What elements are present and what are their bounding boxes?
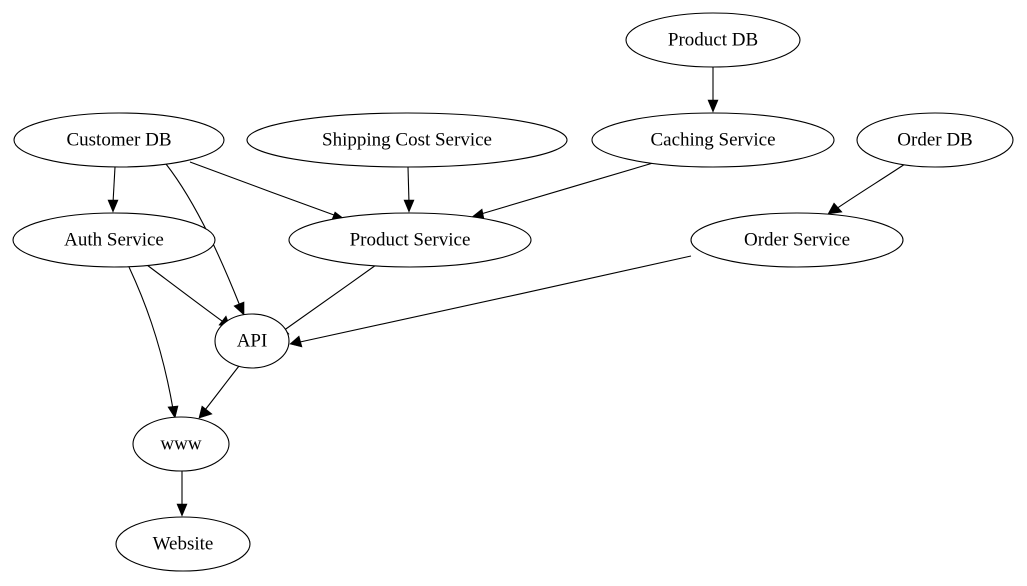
graph-node-customer_db[interactable]: Customer DB: [13, 112, 225, 168]
graph-edge-api-www[interactable]: [198, 365, 240, 419]
graph-edge-customer_db-auth_service[interactable]: [107, 166, 119, 213]
node-ellipse-shape[interactable]: [625, 12, 801, 68]
node-ellipse-shape[interactable]: [856, 112, 1014, 168]
graph-edge-shipping_cost_service-product_service[interactable]: [403, 166, 415, 213]
graph-edge-order_service-api[interactable]: [289, 255, 692, 348]
graph-edge-www-website[interactable]: [176, 471, 188, 517]
node-ellipse-shape[interactable]: [288, 212, 532, 268]
graph-edge-auth_service-www[interactable]: [128, 266, 179, 419]
edge-line: [204, 365, 240, 411]
node-ellipse-shape[interactable]: [214, 313, 290, 369]
graph-edge-caching_service-product_service[interactable]: [471, 162, 654, 220]
edge-arrowhead-icon: [107, 199, 119, 213]
edge-line: [299, 255, 692, 343]
edge-arrowhead-icon: [167, 405, 179, 419]
graph-node-order_service[interactable]: Order Service: [690, 212, 904, 268]
graph-node-website[interactable]: Website: [115, 516, 251, 572]
node-ellipse-shape[interactable]: [132, 416, 230, 472]
edge-line: [282, 264, 377, 332]
graph-node-shipping_cost_service[interactable]: Shipping Cost Service: [246, 112, 568, 168]
graph-edge-customer_db-product_service[interactable]: [189, 161, 344, 223]
graph-node-www[interactable]: www: [132, 416, 230, 472]
graph-edge-order_db-order_service[interactable]: [827, 163, 906, 215]
edge-line: [480, 162, 654, 215]
graph-node-product_service[interactable]: Product Service: [288, 212, 532, 268]
graph-node-product_db[interactable]: Product DB: [625, 12, 801, 68]
node-ellipse-shape[interactable]: [690, 212, 904, 268]
edge-line: [146, 264, 223, 322]
edge-arrowhead-icon: [176, 503, 188, 517]
graph-edge-product_db-caching_service[interactable]: [707, 67, 719, 113]
edge-arrowhead-icon: [403, 199, 415, 213]
service-dependency-graph: Product DB Customer DB Shipping Cost Servi…: [0, 0, 1027, 586]
edge-line: [189, 161, 335, 216]
node-ellipse-shape[interactable]: [591, 112, 835, 168]
graph-node-caching_service[interactable]: Caching Service: [591, 112, 835, 168]
graph-node-auth_service[interactable]: Auth Service: [12, 212, 216, 268]
graph-node-api[interactable]: API: [214, 313, 290, 369]
node-ellipse-shape[interactable]: [12, 212, 216, 268]
node-ellipse-shape[interactable]: [246, 112, 568, 168]
edge-line: [835, 163, 906, 210]
graph-edge-auth_service-api[interactable]: [146, 264, 231, 328]
graph-node-order_db[interactable]: Order DB: [856, 112, 1014, 168]
edge-hit-area[interactable]: [129, 267, 173, 409]
edge-arrowhead-icon: [707, 99, 719, 113]
node-ellipse-shape[interactable]: [13, 112, 225, 168]
node-ellipse-shape[interactable]: [115, 516, 251, 572]
